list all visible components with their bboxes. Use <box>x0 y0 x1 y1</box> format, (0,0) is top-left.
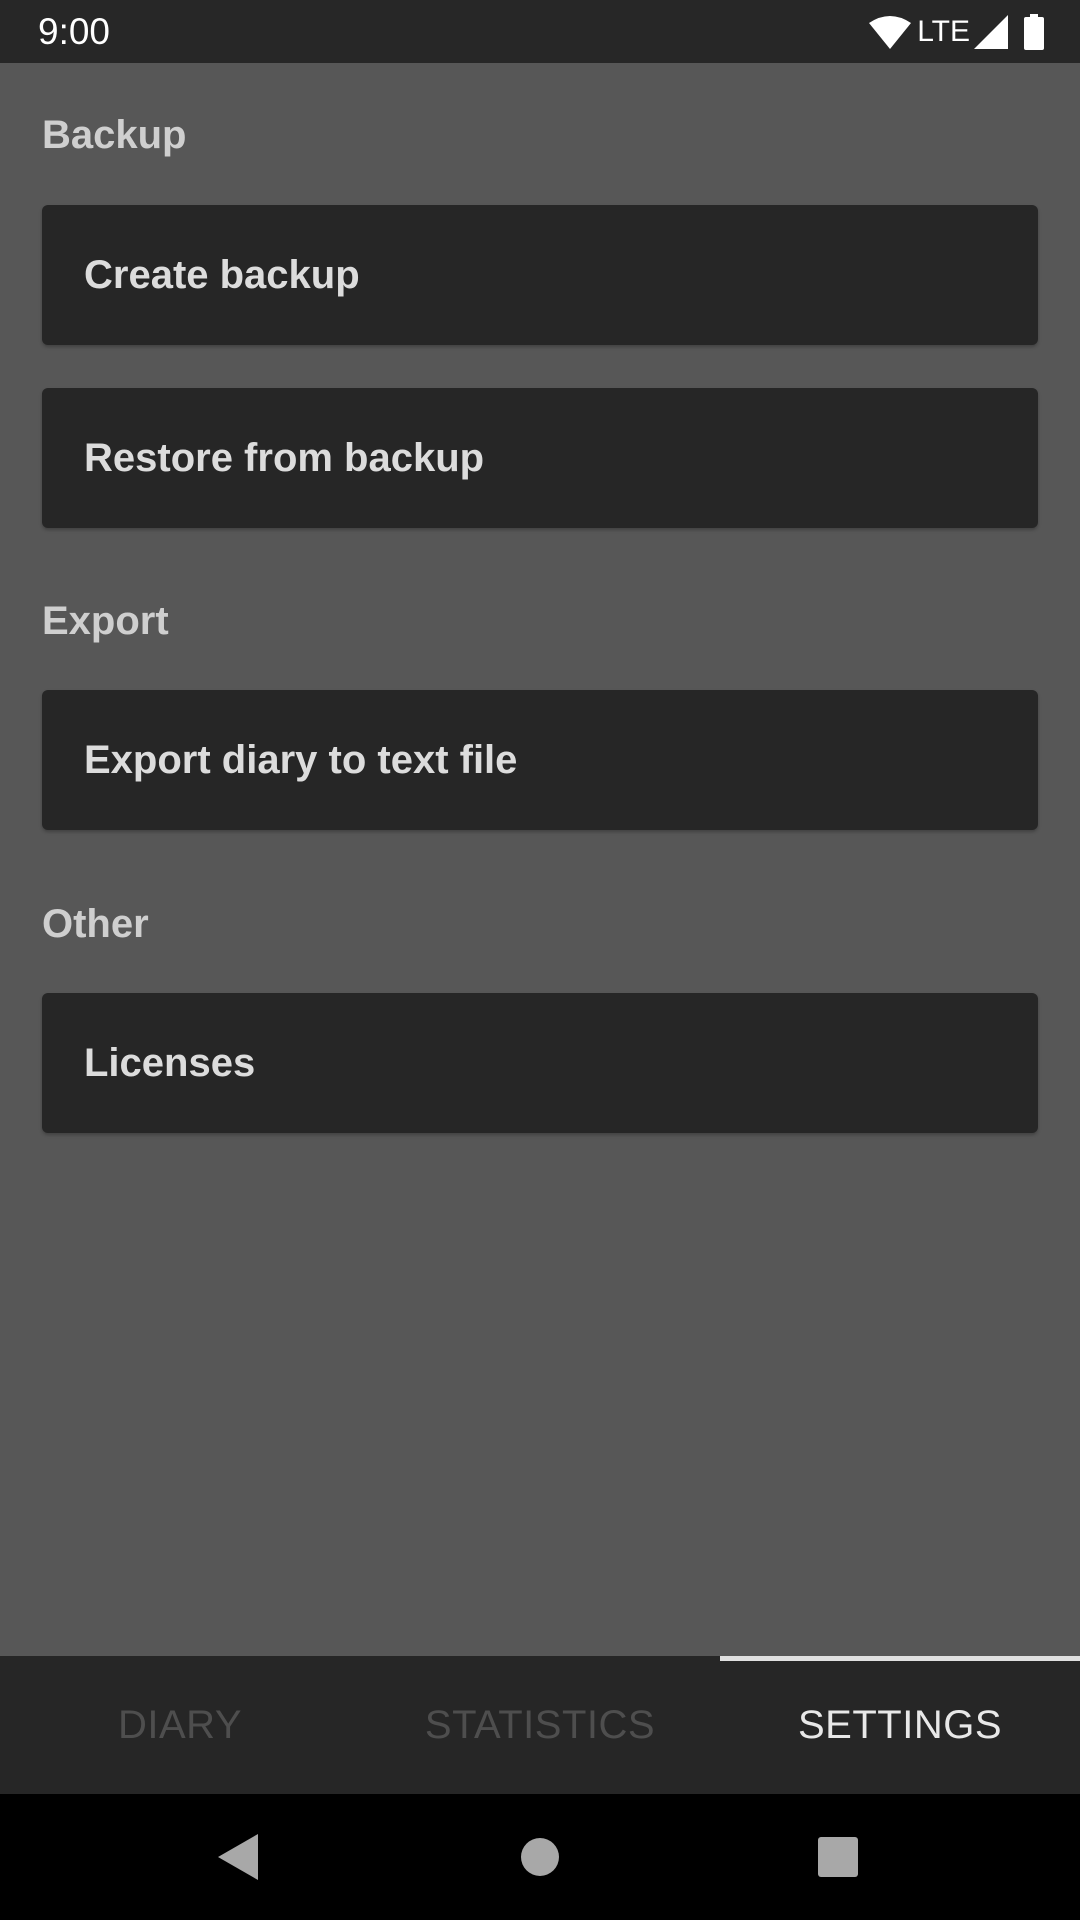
create-backup-label: Create backup <box>84 253 360 297</box>
licenses-label: Licenses <box>84 1041 256 1085</box>
restore-backup-label: Restore from backup <box>84 436 485 480</box>
section-header-other: Other <box>42 902 149 946</box>
status-bar: 9:00 LTE <box>0 0 1080 63</box>
status-icons: LTE <box>869 12 1044 52</box>
tab-settings[interactable]: SETTINGS <box>720 1656 1080 1794</box>
recents-icon[interactable] <box>808 1827 868 1887</box>
licenses-button[interactable]: Licenses <box>42 993 1038 1133</box>
restore-backup-button[interactable]: Restore from backup <box>42 388 1038 528</box>
section-header-export: Export <box>42 599 169 643</box>
tab-diary[interactable]: DIARY <box>0 1656 360 1794</box>
network-type-label: LTE <box>917 15 970 48</box>
export-diary-button[interactable]: Export diary to text file <box>42 690 1038 830</box>
cell-signal-icon <box>974 15 1008 49</box>
create-backup-button[interactable]: Create backup <box>42 205 1038 345</box>
settings-list: Backup Create backup Restore from backup… <box>0 63 1080 1656</box>
status-time: 9:00 <box>38 11 111 52</box>
home-icon[interactable] <box>510 1827 570 1887</box>
tab-statistics[interactable]: STATISTICS <box>360 1656 720 1794</box>
section-header-backup: Backup <box>42 113 187 157</box>
battery-icon <box>1024 14 1044 50</box>
export-diary-label: Export diary to text file <box>84 738 518 782</box>
tab-selection-indicator <box>720 1656 1080 1661</box>
wifi-icon <box>869 15 912 49</box>
settings-screen: 9:00 LTE Backup Create backup Restore fr… <box>0 0 1080 1920</box>
navigation-bar <box>0 1794 1080 1920</box>
back-icon[interactable] <box>209 1827 269 1887</box>
bottom-tab-bar: DIARY STATISTICS SETTINGS <box>0 1656 1080 1794</box>
